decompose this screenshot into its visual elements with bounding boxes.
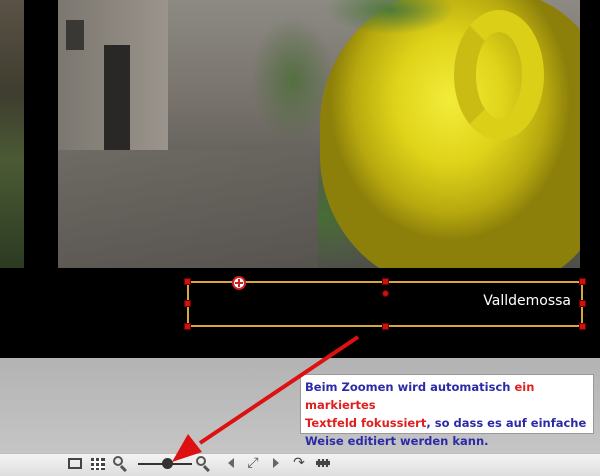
photo-window bbox=[66, 20, 84, 50]
callout-line3: Weise editiert werden kann. bbox=[305, 434, 489, 448]
resize-handle-bottom-right[interactable] bbox=[579, 323, 586, 330]
callout-line2-b: , so dass es auf einfache bbox=[426, 416, 587, 430]
callout-line1-a: Beim Zoomen wird automatisch bbox=[305, 380, 515, 394]
resize-handle-top[interactable] bbox=[382, 278, 389, 285]
move-handle-icon[interactable] bbox=[232, 276, 246, 290]
resize-handle-bottom-left[interactable] bbox=[184, 323, 191, 330]
zoom-out-stick bbox=[119, 465, 127, 473]
caption-text[interactable]: Valldemossa bbox=[483, 293, 571, 309]
main-photo[interactable] bbox=[58, 0, 580, 268]
filmstrip-icon[interactable] bbox=[316, 459, 330, 467]
zoom-out-icon[interactable] bbox=[113, 456, 131, 473]
photo-street bbox=[58, 150, 318, 268]
photo-plant bbox=[320, 0, 470, 40]
rotate-handle[interactable] bbox=[382, 290, 389, 297]
editor-canvas[interactable]: Valldemossa bbox=[0, 0, 600, 358]
rotate-icon[interactable]: ↷ bbox=[291, 455, 307, 471]
caption-text-frame[interactable]: Valldemossa bbox=[187, 281, 583, 327]
resize-handle-bottom[interactable] bbox=[382, 323, 389, 330]
photo-door bbox=[104, 45, 130, 155]
photo-yellow-pot bbox=[320, 0, 580, 268]
zoom-in-icon[interactable] bbox=[196, 456, 214, 473]
grid-view-icon[interactable] bbox=[91, 458, 105, 470]
info-callout: Beim Zoomen wird automatisch ein markier… bbox=[300, 374, 594, 448]
callout-line2-a: Textfeld fokussiert bbox=[305, 416, 427, 430]
fullscreen-icon[interactable]: ⤢ bbox=[244, 455, 262, 472]
zoom-in-stick bbox=[202, 465, 210, 473]
left-photo[interactable] bbox=[0, 0, 24, 268]
next-icon[interactable] bbox=[273, 458, 279, 468]
resize-handle-left[interactable] bbox=[184, 300, 191, 307]
resize-handle-top-left[interactable] bbox=[184, 278, 191, 285]
previous-icon[interactable] bbox=[228, 458, 234, 468]
resize-handle-top-right[interactable] bbox=[579, 278, 586, 285]
single-view-icon[interactable] bbox=[68, 458, 82, 469]
resize-handle-right[interactable] bbox=[579, 300, 586, 307]
